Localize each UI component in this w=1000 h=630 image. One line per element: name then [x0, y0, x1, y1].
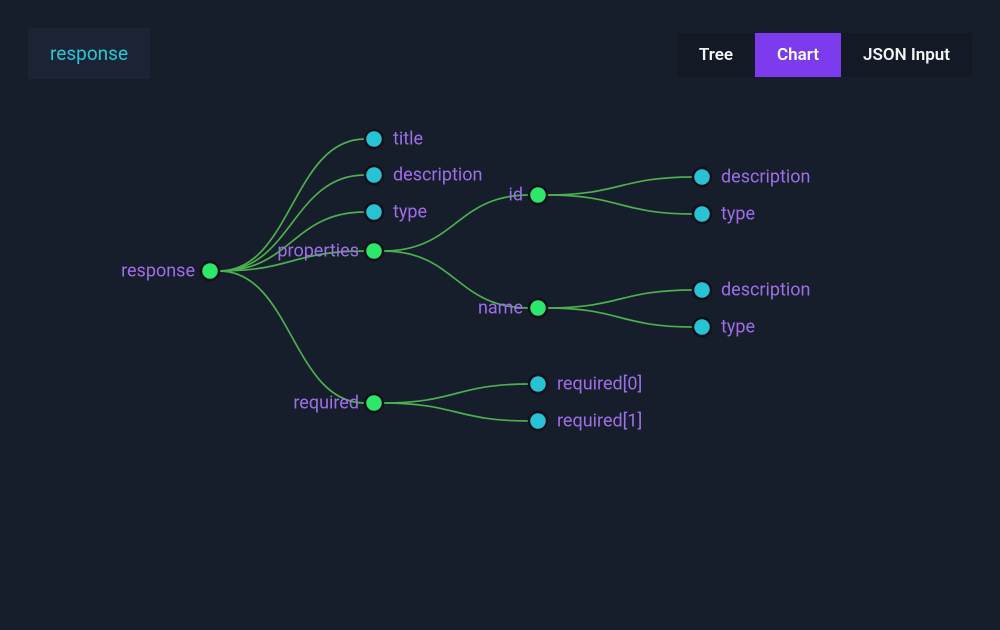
edge: [383, 384, 529, 403]
edge: [547, 290, 693, 308]
node-dot[interactable]: [693, 205, 711, 223]
node-dot[interactable]: [529, 375, 547, 393]
node-dot[interactable]: [201, 262, 219, 280]
tree-chart[interactable]: responsetitledescriptiontypepropertiesid…: [0, 0, 1000, 630]
node-dot[interactable]: [529, 186, 547, 204]
edge: [547, 308, 693, 327]
node-dot[interactable]: [693, 318, 711, 336]
edge: [547, 177, 693, 195]
node-dot[interactable]: [365, 242, 383, 260]
node-dot[interactable]: [693, 168, 711, 186]
node-dot[interactable]: [365, 130, 383, 148]
edge: [383, 251, 529, 308]
node-dot[interactable]: [365, 394, 383, 412]
edge: [547, 195, 693, 214]
edge: [219, 175, 365, 271]
node-dot[interactable]: [693, 281, 711, 299]
node-dot[interactable]: [529, 412, 547, 430]
edge: [219, 212, 365, 271]
node-dot[interactable]: [365, 166, 383, 184]
edge: [383, 195, 529, 251]
node-dot[interactable]: [365, 203, 383, 221]
edge: [219, 271, 365, 403]
edge: [383, 403, 529, 421]
edges-layer: [0, 0, 1000, 630]
node-dot[interactable]: [529, 299, 547, 317]
